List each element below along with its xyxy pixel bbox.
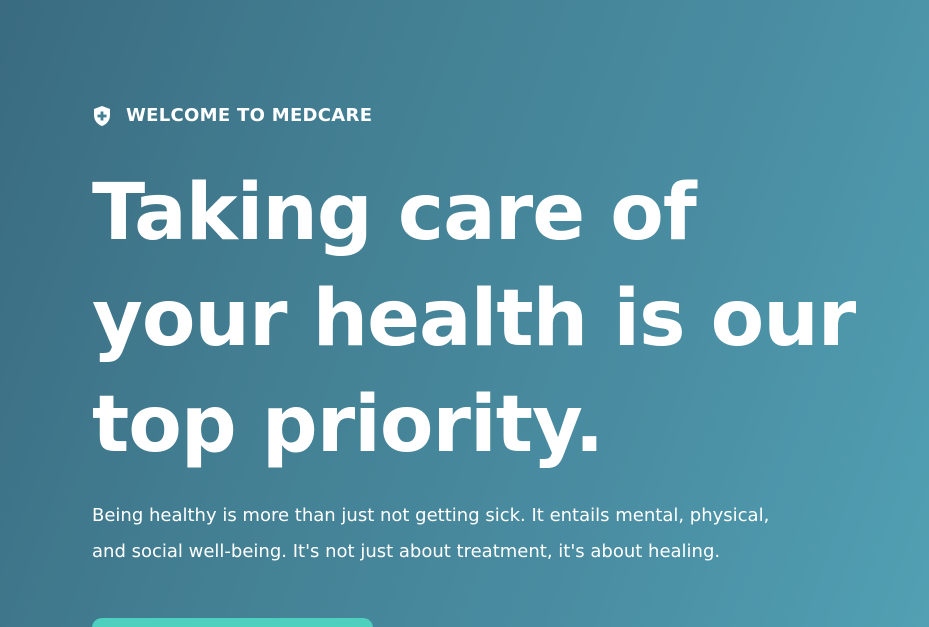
description-line: and social well-being. It's not just abo… [92, 541, 721, 562]
headline-line: Taking care of [92, 168, 697, 258]
description-line: Being healthy is more than just not gett… [92, 505, 770, 526]
eyebrow-label: WELCOME TO MEDCARE [126, 105, 373, 126]
hero-headline: Taking care of your health is our top pr… [92, 160, 892, 478]
headline-line: your health is our [92, 274, 856, 364]
eyebrow: WELCOME TO MEDCARE [92, 105, 372, 127]
hero-section: WELCOME TO MEDCARE Taking care of your h… [92, 0, 892, 627]
cta-button[interactable] [92, 618, 373, 627]
hero-description: Being healthy is more than just not gett… [92, 498, 872, 570]
shield-plus-icon [94, 106, 110, 126]
headline-line: top priority. [92, 380, 604, 470]
